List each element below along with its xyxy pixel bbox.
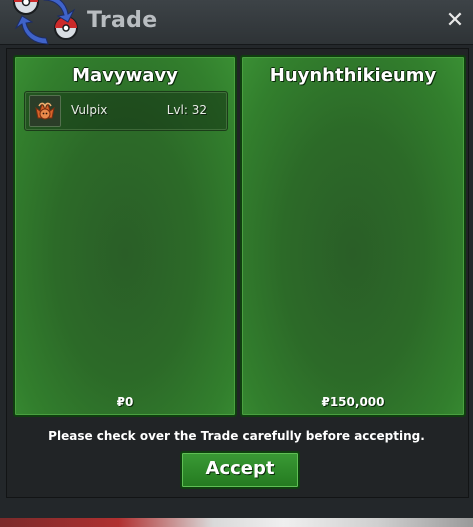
right-trade-panel: Huynhthikieumy ₽150,000 bbox=[240, 55, 466, 417]
close-icon[interactable]: ✕ bbox=[443, 9, 467, 33]
game-background-strip bbox=[0, 518, 473, 527]
item-name: Vulpix bbox=[71, 103, 108, 117]
left-money: ₽0 bbox=[116, 395, 134, 409]
right-trader-name: Huynhthikieumy bbox=[269, 65, 437, 86]
right-money: ₽150,000 bbox=[321, 395, 385, 409]
trade-item-slot[interactable]: Vulpix Lvl: 32 bbox=[24, 91, 228, 131]
left-trader-name: Mavywavy bbox=[72, 65, 178, 86]
accept-button[interactable]: Accept bbox=[180, 451, 300, 489]
trade-notice: Please check over the Trade carefully be… bbox=[48, 429, 425, 443]
left-trade-panel: Mavywavy Vulpix Lvl: 32 ₽0 bbox=[13, 55, 237, 417]
trade-logo-icon bbox=[13, 0, 78, 45]
vulpix-icon bbox=[29, 95, 61, 127]
window-title: Trade bbox=[87, 8, 158, 33]
title-bar[interactable]: Trade ✕ bbox=[0, 0, 473, 45]
trade-window: Trade ✕ Mavywavy Vulpix Lvl: 32 ₽0 Huynh… bbox=[0, 0, 473, 527]
item-level: Lvl: 32 bbox=[166, 103, 207, 117]
